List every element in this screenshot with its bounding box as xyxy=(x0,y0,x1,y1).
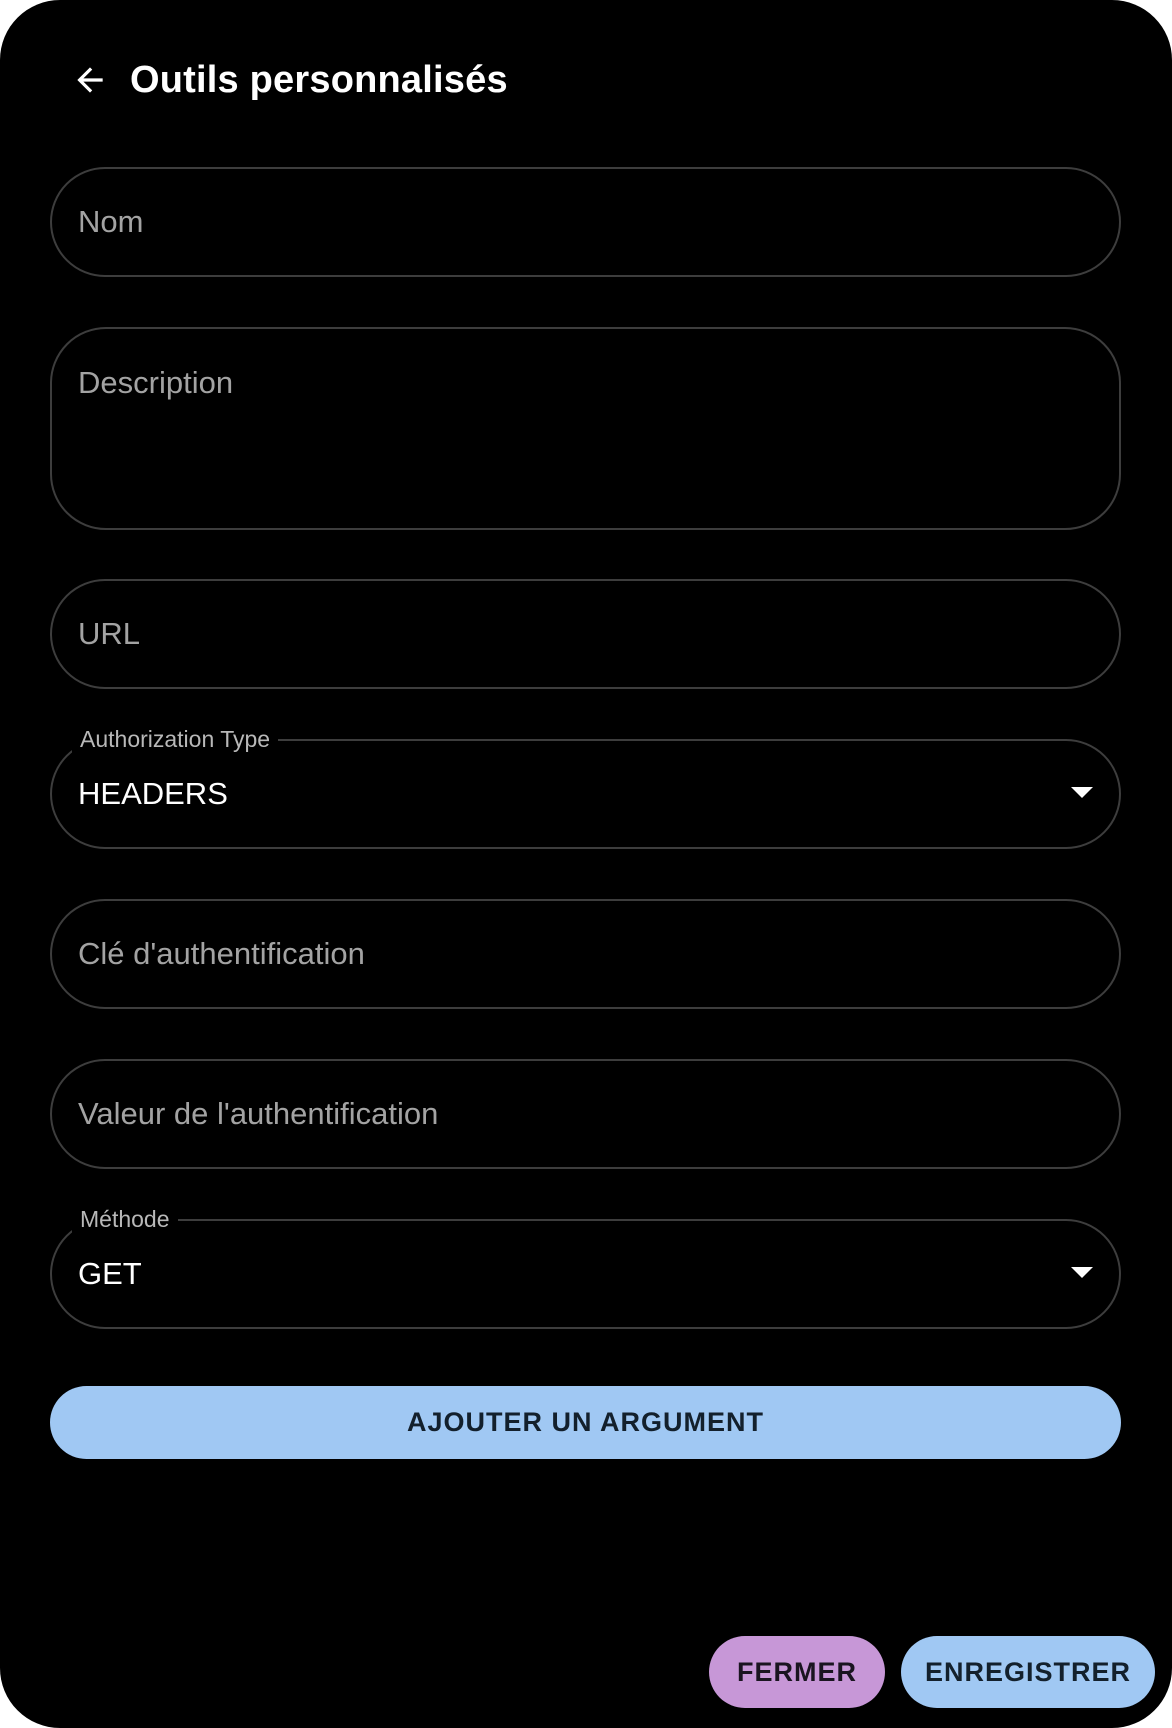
auth-value-field[interactable] xyxy=(50,1059,1121,1169)
authorization-type-select[interactable]: Authorization Type HEADERS xyxy=(50,724,1121,849)
caret-down-icon xyxy=(1071,1267,1093,1278)
dialog-header: Outils personnalisés xyxy=(68,52,508,108)
authorization-type-value: HEADERS xyxy=(78,776,228,811)
page-title: Outils personnalisés xyxy=(130,58,508,101)
add-argument-button[interactable]: AJOUTER UN ARGUMENT xyxy=(50,1386,1121,1459)
close-button[interactable]: FERMER xyxy=(709,1636,885,1708)
url-field[interactable] xyxy=(50,579,1121,689)
auth-key-field[interactable] xyxy=(50,899,1121,1009)
description-input[interactable] xyxy=(78,363,1093,503)
method-select[interactable]: Méthode GET xyxy=(50,1204,1121,1329)
description-field[interactable] xyxy=(50,327,1121,530)
auth-value-input[interactable] xyxy=(78,1061,1093,1167)
name-field[interactable] xyxy=(50,167,1121,277)
arrow-left-icon xyxy=(77,67,103,93)
custom-tools-dialog: Outils personnalisés Authorization Type … xyxy=(0,0,1172,1728)
url-input[interactable] xyxy=(78,581,1093,687)
back-button[interactable] xyxy=(68,52,112,108)
name-input[interactable] xyxy=(78,169,1093,275)
auth-key-input[interactable] xyxy=(78,901,1093,1007)
caret-down-icon xyxy=(1071,787,1093,798)
save-button[interactable]: ENREGISTRER xyxy=(901,1636,1155,1708)
method-value: GET xyxy=(78,1256,142,1291)
